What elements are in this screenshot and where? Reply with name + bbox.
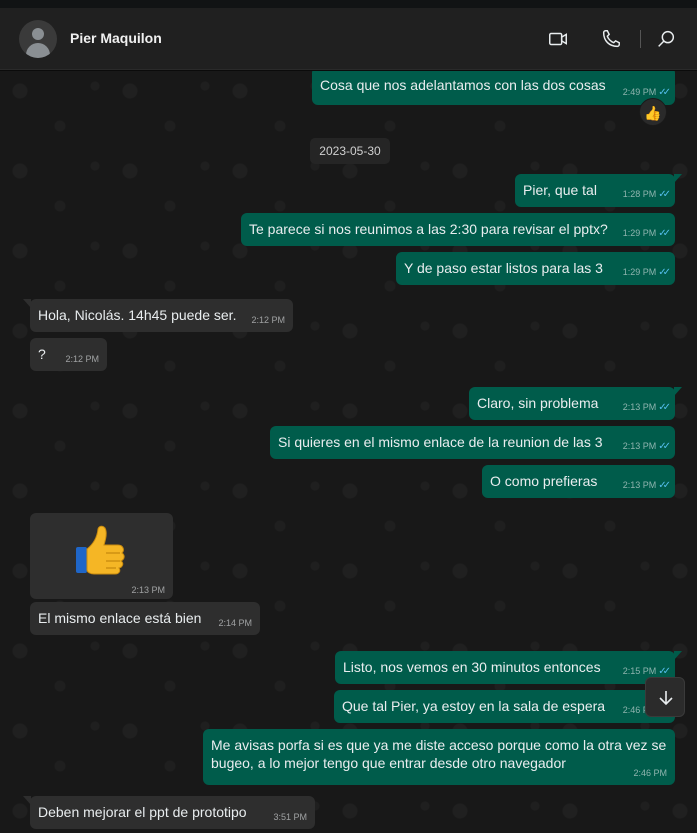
message-incoming[interactable]: Hola, Nicolás. 14h45 puede ser. 2:12 PM xyxy=(23,299,293,332)
message-time: 2:13 PM xyxy=(622,402,657,412)
message-time: 1:28 PM xyxy=(622,189,657,199)
avatar[interactable] xyxy=(19,20,57,58)
message-meta: 1:28 PM ✓✓ xyxy=(622,185,671,204)
message-time: 2:13 PM xyxy=(622,441,657,451)
reaction-badge[interactable]: 👍 xyxy=(639,98,667,126)
message-time: 2:14 PM xyxy=(218,618,252,628)
message-incoming[interactable]: ? 2:12 PM xyxy=(30,338,107,371)
message-text: O como prefieras xyxy=(490,473,598,489)
message-text: Cosa que nos adelantamos con las dos cos… xyxy=(320,77,606,93)
read-ticks-icon: ✓✓ xyxy=(658,441,671,452)
message-text: ? xyxy=(38,346,46,362)
scroll-to-bottom-button[interactable] xyxy=(645,677,685,717)
header-divider xyxy=(640,30,641,48)
message-time: 2:49 PM xyxy=(622,87,657,97)
message-time: 2:13 PM xyxy=(131,585,165,595)
message-text: El mismo enlace está bien xyxy=(38,610,202,626)
message-incoming[interactable]: El mismo enlace está bien 2:14 PM xyxy=(30,602,260,635)
message-text: Listo, nos vemos en 30 minutos entonces xyxy=(343,659,601,675)
read-ticks-icon: ✓✓ xyxy=(658,189,671,200)
message-time: 2:13 PM xyxy=(622,480,657,490)
read-ticks-icon: ✓✓ xyxy=(658,228,671,239)
message-incoming[interactable]: Deben mejorar el ppt de prototipo 3:51 P… xyxy=(23,796,315,829)
read-ticks-icon: ✓✓ xyxy=(658,402,671,413)
message-text: Hola, Nicolás. 14h45 puede ser. xyxy=(38,307,237,323)
avatar-head-shape xyxy=(32,28,44,40)
read-ticks-icon: ✓✓ xyxy=(658,267,671,278)
message-text: Te parece si nos reunimos a las 2:30 par… xyxy=(249,221,608,237)
message-outgoing[interactable]: Listo, nos vemos en 30 minutos entonces … xyxy=(335,651,682,684)
message-meta: 2:13 PM ✓✓ xyxy=(622,437,671,456)
message-meta: 2:13 PM ✓✓ xyxy=(622,398,671,417)
message-text: Si quieres en el mismo enlace de la reun… xyxy=(278,434,603,450)
read-ticks-icon: ✓✓ xyxy=(658,480,671,491)
message-outgoing[interactable]: Si quieres en el mismo enlace de la reun… xyxy=(270,426,675,459)
message-outgoing[interactable]: Cosa que nos adelantamos con las dos cos… xyxy=(312,71,675,105)
voice-call-icon[interactable] xyxy=(600,28,622,50)
message-outgoing[interactable]: Que tal Pier, ya estoy en la sala de esp… xyxy=(334,690,675,723)
message-outgoing[interactable]: Me avisas porfa si es que ya me diste ac… xyxy=(203,729,675,785)
message-outgoing[interactable]: Te parece si nos reunimos a las 2:30 par… xyxy=(241,213,675,246)
message-time: 2:12 PM xyxy=(65,354,99,364)
message-outgoing[interactable]: O como prefieras 2:13 PM ✓✓ xyxy=(482,465,675,498)
chat-header: Pier Maquilon xyxy=(0,8,697,70)
message-time: 2:15 PM xyxy=(622,666,657,676)
message-list[interactable]: Cosa que nos adelantamos con las dos cos… xyxy=(0,71,697,833)
message-incoming-sticker[interactable]: 2:13 PM xyxy=(30,513,173,599)
message-time: 1:29 PM xyxy=(622,228,657,238)
message-outgoing[interactable]: Pier, que tal 1:28 PM ✓✓ xyxy=(515,174,682,207)
search-icon[interactable] xyxy=(655,28,677,50)
message-text: Y de paso estar listos para las 3 xyxy=(404,260,603,276)
message-text: Deben mejorar el ppt de prototipo xyxy=(38,804,247,820)
message-meta: 2:13 PM ✓✓ xyxy=(622,476,671,495)
message-text: Pier, que tal xyxy=(523,182,597,198)
arrow-down-icon xyxy=(659,691,673,706)
message-meta: 1:29 PM ✓✓ xyxy=(622,224,671,243)
message-text: Me avisas porfa si es que ya me diste ac… xyxy=(211,737,667,771)
read-ticks-icon: ✓✓ xyxy=(658,666,671,677)
message-outgoing[interactable]: Y de paso estar listos para las 3 1:29 P… xyxy=(396,252,675,285)
thumbs-up-icon xyxy=(70,521,130,581)
avatar-body-shape xyxy=(26,43,50,58)
message-text: Claro, sin problema xyxy=(477,395,599,411)
date-separator: 2023-05-30 xyxy=(310,138,390,164)
message-time: 1:29 PM xyxy=(622,267,657,277)
video-call-icon[interactable] xyxy=(547,28,569,50)
message-text: Que tal Pier, ya estoy en la sala de esp… xyxy=(342,698,606,714)
message-time: 2:12 PM xyxy=(251,315,285,325)
message-outgoing[interactable]: Claro, sin problema 2:13 PM ✓✓ xyxy=(469,387,682,420)
message-meta: 1:29 PM ✓✓ xyxy=(622,263,671,282)
message-time: 3:51 PM xyxy=(273,812,307,822)
read-ticks-icon: ✓✓ xyxy=(658,87,671,98)
contact-name[interactable]: Pier Maquilon xyxy=(70,30,162,46)
window-top-strip xyxy=(0,0,697,8)
message-time: 2:46 PM xyxy=(633,768,667,778)
